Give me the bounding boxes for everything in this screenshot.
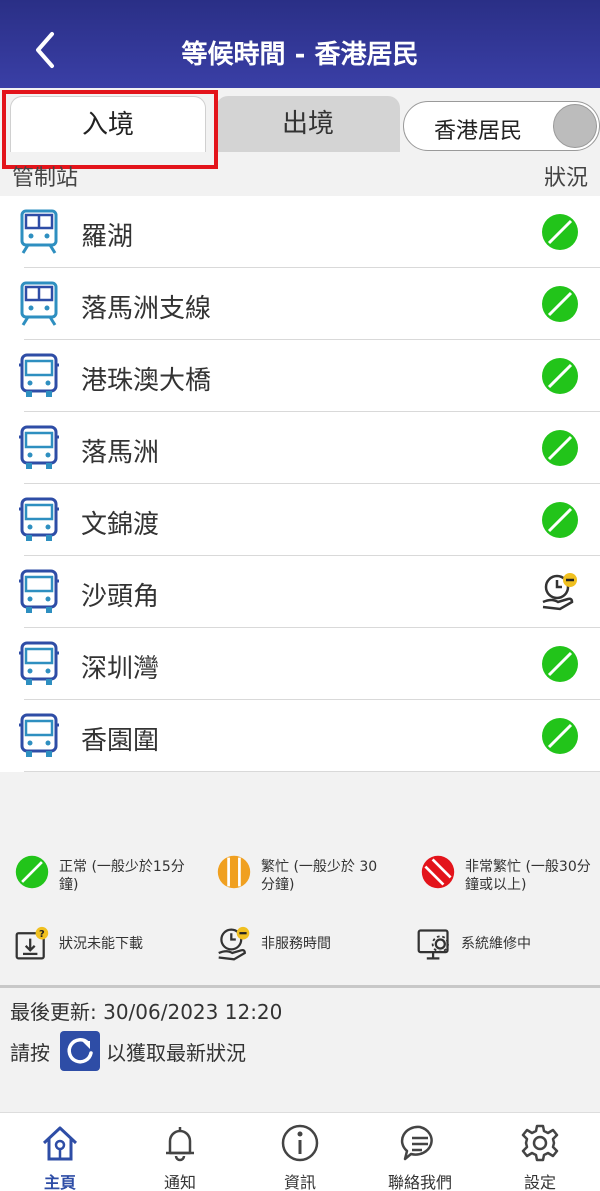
legend-busy: 繁忙 (一般少於 30 分鐘) [216, 854, 406, 894]
checkpoint-row[interactable]: 落馬洲 [0, 412, 600, 484]
status-normal-icon [540, 716, 580, 756]
checkpoint-name: 香園圍 [81, 726, 160, 756]
checkpoint-row[interactable]: 香園圍 [0, 700, 600, 772]
nav-settings[interactable]: 設定 [480, 1113, 600, 1191]
bus-icon [18, 641, 60, 687]
nav-notifications-label: 通知 [163, 1173, 196, 1191]
nav-contact-label: 聯絡我們 [387, 1173, 452, 1191]
checkpoint-name: 沙頭角 [81, 582, 160, 612]
legend-normal-text: 正常 (一般少於15分鐘) [59, 859, 185, 893]
status-normal-icon [540, 356, 580, 396]
gear-icon [521, 1124, 559, 1162]
refresh-prompt-after: 以獲取最新狀況 [106, 1040, 246, 1065]
last-updated-label: 最後更新: [10, 1000, 97, 1024]
nav-info-label: 資訊 [283, 1173, 316, 1191]
status-normal-icon [540, 212, 580, 252]
checkpoint-row[interactable]: 深圳灣 [0, 628, 600, 700]
checkpoint-name: 落馬洲 [81, 438, 160, 468]
toggle-knob[interactable] [553, 104, 597, 148]
nav-contact[interactable]: 聯絡我們 [360, 1113, 480, 1191]
checkpoint-row[interactable]: 文錦渡 [0, 484, 600, 556]
legend-unavailable: ? 狀況未能下載 [14, 926, 143, 962]
checkpoint-name: 深圳灣 [81, 654, 160, 684]
status-normal-icon [540, 500, 580, 540]
header-bar: 等候時間 - 香港居民 [0, 0, 600, 88]
home-icon [42, 1126, 78, 1161]
checkpoint-list: 羅湖落馬洲支線港珠澳大橋落馬洲文錦渡沙頭角深圳灣香園圍 [0, 196, 600, 772]
status-normal-icon [540, 284, 580, 324]
bell-icon [166, 1127, 194, 1162]
status-normal-icon [15, 855, 49, 889]
bus-icon [18, 425, 60, 471]
refresh-icon [67, 1038, 93, 1064]
page-title: 等候時間 - 香港居民 [181, 40, 419, 70]
column-header-status: 狀況 [543, 166, 588, 191]
status-normal-icon [540, 644, 580, 684]
checkpoint-name: 羅湖 [81, 222, 134, 252]
tab-inbound[interactable]: 入境 [10, 96, 206, 152]
nav-home[interactable]: 主頁 [0, 1113, 120, 1191]
column-header-control-point: 管制站 [12, 166, 79, 191]
legend-maintenance-text: 系統維修中 [461, 936, 531, 952]
clock-hand-icon [218, 926, 250, 961]
monitor-gear-icon [417, 929, 449, 960]
last-updated: 最後更新: 30/06/2023 12:20 [10, 996, 282, 1025]
resident-toggle[interactable]: 香港居民 [403, 101, 600, 151]
nav-settings-label: 設定 [523, 1173, 556, 1191]
tab-outbound[interactable]: 出境 [216, 96, 400, 152]
chat-icon [400, 1125, 433, 1161]
checkpoint-name: 港珠澳大橋 [81, 366, 212, 396]
bus-icon [18, 497, 60, 543]
legend-non-service-text: 非服務時間 [261, 936, 331, 952]
nav-info[interactable]: 資訊 [240, 1113, 360, 1191]
divider [0, 985, 600, 988]
checkpoint-name: 文錦渡 [81, 510, 160, 540]
checkpoint-row[interactable]: 沙頭角 [0, 556, 600, 628]
download-unavailable-icon: ? [15, 926, 49, 960]
legend-maintenance: 系統維修中 [416, 926, 531, 962]
refresh-prompt-before: 請按 [10, 1040, 50, 1065]
refresh-prompt: 請按 以獲取最新狀況 [10, 1030, 246, 1072]
legend-non-service: 非服務時間 [216, 926, 331, 962]
checkpoint-row[interactable]: 羅湖 [0, 196, 600, 268]
train-icon [18, 281, 60, 327]
bottom-nav: 主頁 通知 資訊 聯絡我們 設定 [0, 1112, 600, 1191]
svg-text:?: ? [39, 929, 45, 940]
nav-notifications[interactable]: 通知 [120, 1113, 240, 1191]
checkpoint-row[interactable]: 落馬洲支線 [0, 268, 600, 340]
legend-very-busy-text: 非常繁忙 (一般30分鐘或以上) [465, 859, 591, 893]
refresh-button[interactable] [60, 1031, 100, 1071]
checkpoint-row[interactable]: 港珠澳大橋 [0, 340, 600, 412]
resident-toggle-label: 香港居民 [434, 119, 523, 144]
bus-icon [18, 353, 60, 399]
legend-very-busy: 非常繁忙 (一般30分鐘或以上) [420, 854, 598, 894]
info-icon [281, 1124, 319, 1162]
status-normal-icon [540, 428, 580, 468]
legend-unavailable-text: 狀況未能下載 [59, 936, 143, 952]
nav-home-label: 主頁 [43, 1173, 76, 1191]
train-icon [18, 209, 60, 255]
last-updated-time: 30/06/2023 12:20 [103, 1000, 283, 1024]
legend-busy-text: 繁忙 (一般少於 30 分鐘) [261, 859, 378, 893]
bus-icon [18, 713, 60, 759]
status-very-busy-icon [421, 855, 455, 889]
status-busy-icon [217, 855, 251, 889]
bus-icon [18, 569, 60, 615]
checkpoint-name: 落馬洲支線 [81, 294, 212, 324]
clock-hand-icon [540, 572, 580, 612]
legend-normal: 正常 (一般少於15分鐘) [14, 854, 204, 894]
